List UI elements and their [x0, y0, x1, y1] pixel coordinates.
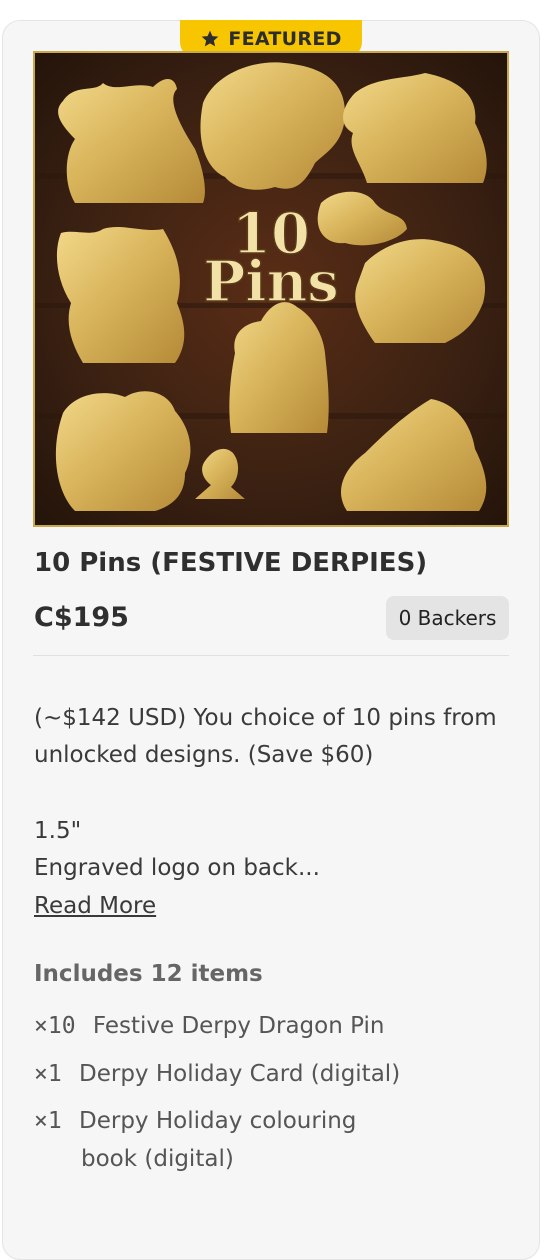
item-quantity: ×1: [34, 1061, 62, 1087]
list-item: ×10 Festive Derpy Dragon Pin: [34, 1013, 384, 1039]
item-quantity: ×10: [34, 1013, 76, 1039]
description-line: (~$142 USD) You choice of 10 pins from: [34, 705, 497, 731]
item-name: Festive Derpy Dragon Pin: [92, 1013, 385, 1039]
star-icon: [201, 30, 219, 47]
reward-price: C$195: [34, 602, 129, 633]
item-name: Derpy Holiday colouring: [79, 1108, 357, 1134]
list-item: ×1 Derpy Holiday colouring: [34, 1108, 356, 1134]
list-item: ×1 Derpy Holiday Card (digital): [34, 1061, 400, 1087]
item-name: Derpy Holiday Card (digital): [79, 1061, 401, 1087]
description-line: Engraved logo on back...: [34, 855, 320, 881]
description-line: unlocked designs. (Save $60): [34, 742, 374, 768]
item-quantity: ×1: [34, 1108, 62, 1134]
backers-count-badge: 0 Backers: [386, 596, 509, 640]
artwork-line2: Pins: [203, 249, 339, 315]
divider: [33, 655, 509, 656]
read-more-link[interactable]: Read More: [34, 893, 156, 919]
includes-heading: Includes 12 items: [34, 961, 263, 987]
product-image[interactable]: 10 Pins: [33, 51, 509, 527]
item-name-continuation: book (digital): [81, 1146, 234, 1172]
featured-label: FEATURED: [228, 28, 342, 50]
reward-title: 10 Pins (FESTIVE DERPIES): [34, 548, 428, 578]
description-line: 1.5": [34, 818, 82, 844]
pins-artwork: 10 Pins: [35, 53, 507, 525]
